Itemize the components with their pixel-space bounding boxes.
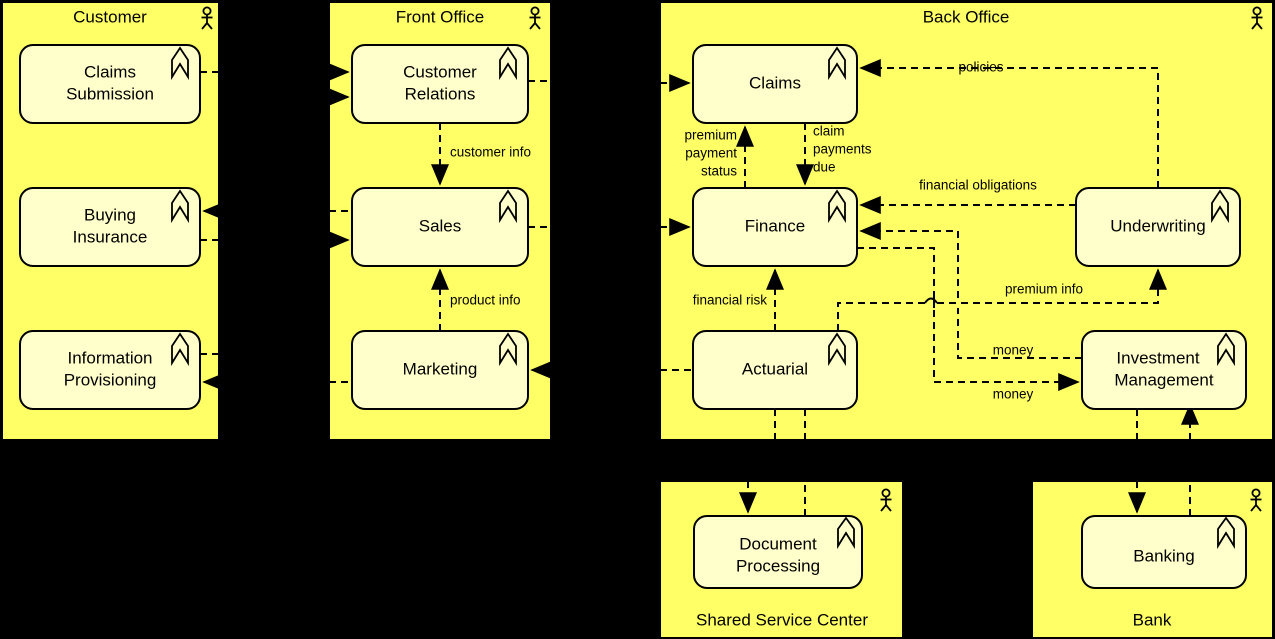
element-customer-relations-label-line2: Relations: [405, 84, 476, 103]
element-underwriting[interactable]: Underwriting: [1075, 187, 1241, 267]
element-investment-management[interactable]: Investment Management: [1081, 330, 1247, 410]
element-claims-label: Claims: [749, 73, 801, 92]
element-actuarial[interactable]: Actuarial: [692, 330, 858, 410]
element-document-processing[interactable]: Document Processing: [693, 515, 863, 589]
element-customer-relations-label-line1: Customer: [403, 62, 477, 81]
element-marketing[interactable]: Marketing: [351, 330, 529, 410]
element-customer-relations[interactable]: Customer Relations: [351, 44, 529, 124]
panel-front-office-title: Front Office: [396, 7, 485, 26]
panel-bank-title: Bank: [1133, 610, 1172, 629]
panel-back-office-title: Back Office: [923, 7, 1010, 26]
element-information-provisioning[interactable]: Information Provisioning: [19, 330, 201, 410]
element-information-provisioning-label-line1: Information: [67, 348, 152, 367]
panel-back-office[interactable]: Back Office policies claim payments due: [659, 1, 1274, 441]
panel-bank[interactable]: Banking Bank: [1031, 480, 1274, 639]
element-claims-submission[interactable]: Claims Submission: [19, 44, 201, 124]
flow-label-claim-payments-due-line2: payments: [813, 142, 872, 157]
element-finance-label: Finance: [745, 216, 805, 235]
flow-label-premium-info: premium info: [1005, 282, 1083, 297]
element-sales[interactable]: Sales: [351, 187, 529, 267]
element-sales-label: Sales: [419, 216, 462, 235]
flow-label-customer-info: customer info: [450, 145, 531, 160]
flow-label-claim-payments-due-line3: due: [813, 160, 836, 175]
panel-shared-service-center[interactable]: Document Processing Shared Service Cente…: [659, 480, 904, 639]
flow-label-financial-obligations: financial obligations: [919, 178, 1037, 193]
element-buying-insurance-label-line2: Insurance: [73, 227, 148, 246]
element-underwriting-label: Underwriting: [1110, 216, 1205, 235]
panel-front-office[interactable]: Front Office Customer Relations Sales Ma…: [328, 1, 552, 441]
element-investment-management-label-line2: Management: [1114, 370, 1214, 389]
element-claims-submission-label-line1: Claims: [84, 62, 136, 81]
element-actuarial-label: Actuarial: [742, 359, 808, 378]
flow-label-financial-risk: financial risk: [693, 293, 768, 308]
element-banking-label: Banking: [1133, 546, 1194, 565]
element-claims-submission-label-line2: Submission: [66, 84, 154, 103]
element-document-processing-label-line1: Document: [739, 534, 817, 553]
flow-label-money-lower: money: [993, 387, 1034, 402]
flow-label-product-info: product info: [450, 293, 521, 308]
flow-label-claim-payments-due-line1: claim: [813, 124, 845, 139]
panel-customer-title: Customer: [73, 7, 147, 26]
flow-label-money-upper: money: [993, 343, 1034, 358]
flow-label-premium-payment-status-line1: premium: [684, 128, 737, 143]
panel-shared-service-center-title: Shared Service Center: [696, 610, 868, 629]
element-information-provisioning-label-line2: Provisioning: [64, 370, 157, 389]
element-buying-insurance[interactable]: Buying Insurance: [19, 187, 201, 267]
element-investment-management-label-line1: Investment: [1116, 348, 1199, 367]
element-claims[interactable]: Claims: [692, 44, 858, 124]
flow-label-premium-payment-status-line2: payment: [685, 146, 737, 161]
element-banking[interactable]: Banking: [1081, 515, 1247, 589]
panel-customer[interactable]: Customer Claims Submission Buying Insura…: [1, 1, 224, 441]
archimate-diagram: Customer Claims Submission Buying Insura…: [0, 0, 1275, 639]
element-marketing-label: Marketing: [403, 359, 478, 378]
flow-label-premium-payment-status-line3: status: [701, 164, 737, 179]
flow-label-policies: policies: [958, 60, 1003, 75]
element-finance[interactable]: Finance: [692, 187, 858, 267]
element-document-processing-label-line2: Processing: [736, 556, 820, 575]
element-buying-insurance-label-line1: Buying: [84, 205, 136, 224]
